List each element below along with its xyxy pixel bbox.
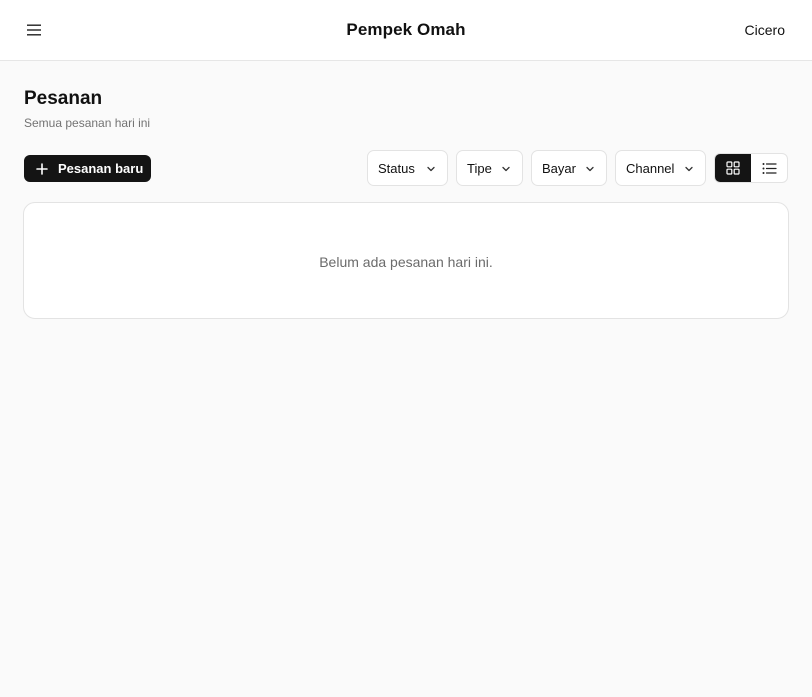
grid-view-icon [726,161,740,175]
chevron-down-icon [500,163,512,175]
chevron-down-icon [584,163,596,175]
filter-channel-label: Channel [626,160,675,176]
page-title: Pesanan [24,88,103,109]
view-toggle [714,153,788,183]
orders-empty-state: Belum ada pesanan hari ini. [23,202,789,319]
user-menu[interactable]: Cicero [745,22,785,38]
grid-view-button[interactable] [715,154,751,182]
filter-tipe[interactable]: Tipe [456,150,523,186]
new-order-label: Pesanan baru [58,161,144,176]
chevron-down-icon [425,163,437,175]
filter-channel[interactable]: Channel [615,150,706,186]
new-order-button[interactable]: Pesanan baru [24,155,151,182]
app-title: Pempek Omah [346,20,466,39]
filter-bayar[interactable]: Bayar [531,150,607,186]
empty-state-message: Belum ada pesanan hari ini. [319,253,493,270]
list-view-icon [762,162,777,174]
chevron-down-icon [683,163,695,175]
filter-status[interactable]: Status [367,150,448,186]
filter-tipe-label: Tipe [467,160,492,176]
list-view-button[interactable] [751,154,787,182]
filter-status-label: Status [378,160,415,176]
top-bar: Pempek Omah Cicero [0,0,812,61]
filter-bayar-label: Bayar [542,160,576,176]
page-subtitle: Semua pesanan hari ini [24,116,151,130]
plus-icon [35,162,49,176]
